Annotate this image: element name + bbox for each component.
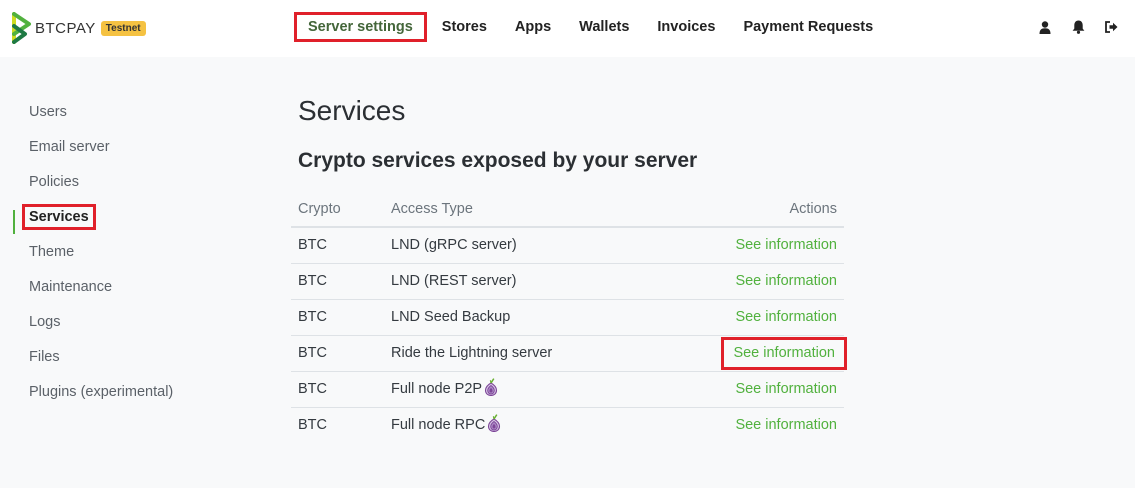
sidebar-item-services[interactable]: Services (0, 200, 240, 235)
tor-onion-icon (484, 378, 498, 400)
see-information-link[interactable]: See information (735, 237, 837, 253)
sidebar-item-users[interactable]: Users (0, 95, 240, 130)
see-information-link[interactable]: See information (735, 273, 837, 289)
access-type-label: LND Seed Backup (391, 309, 511, 325)
top-header: BTCPAY Testnet Server settings Stores Ap… (0, 0, 1135, 57)
cell-actions: See information (648, 335, 847, 372)
bell-icon[interactable] (1071, 19, 1085, 35)
sidebar-item-policies[interactable]: Policies (0, 165, 240, 200)
sidebar-item-label: Logs (29, 314, 61, 330)
table-row: BTC Full node RPC See information (291, 407, 844, 443)
cell-access-type: Full node P2P (384, 371, 649, 408)
sidebar-item-label: Maintenance (29, 279, 113, 295)
column-header-access-type: Access Type (384, 191, 649, 228)
table-row: BTC Ride the Lightning server See informat… (291, 335, 847, 372)
sidebar-item-label: Files (29, 349, 60, 365)
cell-actions: See information (648, 227, 844, 264)
cell-access-type: Ride the Lightning server (384, 335, 649, 372)
nav-wallets[interactable]: Wallets (579, 19, 629, 35)
cell-access-type: LND Seed Backup (384, 299, 649, 336)
sidebar-item-label: Email server (29, 139, 110, 155)
testnet-badge: Testnet (100, 20, 146, 36)
sidebar-item-email-server[interactable]: Email server (0, 130, 240, 165)
nav-invoices[interactable]: Invoices (657, 19, 715, 35)
nav-apps[interactable]: Apps (515, 19, 551, 35)
sidebar-item-label: Plugins (experimental) (29, 384, 174, 400)
cell-access-type: Full node RPC (384, 407, 648, 443)
cell-actions: See information (648, 299, 844, 336)
services-table: Crypto Access Type Actions BTC LND (gRPC … (291, 191, 847, 443)
table-row: BTC LND (gRPC server) See information (291, 227, 844, 264)
cell-actions: See information (648, 407, 844, 443)
see-information-link[interactable]: See information (735, 417, 837, 433)
access-type-label: LND (gRPC server) (391, 237, 517, 254)
section-subtitle: Crypto services exposed by your server (298, 149, 698, 172)
user-icon[interactable] (1038, 19, 1052, 35)
cell-crypto: BTC (291, 263, 384, 300)
cell-crypto: BTC (291, 299, 384, 336)
see-information-link[interactable]: See information (735, 309, 837, 325)
main-nav: Server settings Stores Apps Wallets Invo… (294, 0, 901, 54)
logout-icon[interactable] (1104, 19, 1118, 35)
cell-actions: See information (648, 263, 844, 300)
nav-stores[interactable]: Stores (442, 19, 487, 35)
settings-sidebar: Users Email server Policies Services The… (0, 95, 240, 410)
nav-server-settings[interactable]: Server settings (294, 12, 427, 42)
header-actions (1019, 19, 1118, 35)
column-header-actions: Actions (648, 191, 844, 228)
cell-actions: See information (648, 371, 844, 408)
sidebar-item-label: Policies (29, 174, 79, 190)
cell-access-type: LND (gRPC server) (384, 227, 649, 264)
access-type-label: LND (REST server) (391, 273, 517, 289)
sidebar-item-maintenance[interactable]: Maintenance (0, 270, 240, 305)
table-header-row: Crypto Access Type Actions (291, 191, 844, 228)
cell-crypto: BTC (298, 417, 327, 434)
sidebar-item-label: Users (29, 104, 67, 120)
access-type-label: Ride the Lightning server (391, 345, 553, 361)
page-title: Services (298, 95, 406, 126)
sidebar-item-label: Theme (29, 244, 75, 260)
tor-onion-icon (487, 414, 501, 436)
table-row: BTC LND Seed Backup See information (291, 299, 844, 336)
table-row: BTC LND (REST server) See information (291, 263, 844, 300)
cell-crypto: BTC (291, 371, 384, 408)
access-type-label: Full node RPC (391, 417, 486, 434)
cell-access-type: LND (REST server) (384, 263, 649, 300)
active-indicator (13, 210, 15, 234)
sidebar-item-logs[interactable]: Logs (0, 305, 240, 340)
btcpay-logo[interactable]: BTCPAY Testnet (12, 12, 146, 44)
nav-payment-requests[interactable]: Payment Requests (743, 19, 873, 35)
table-row: BTC Full node P2P See information (291, 371, 844, 408)
access-type-label: Full node P2P (391, 381, 483, 397)
brand-name: BTCPAY (35, 19, 96, 37)
sidebar-item-plugins[interactable]: Plugins (experimental) (0, 375, 240, 410)
cell-crypto: BTC (291, 335, 384, 372)
btcpay-logo-icon (12, 12, 31, 44)
cell-crypto: BTC (291, 227, 384, 264)
see-information-link[interactable]: See information (721, 336, 847, 370)
see-information-link[interactable]: See information (735, 381, 837, 397)
column-header-crypto: Crypto (291, 191, 384, 228)
sidebar-item-theme[interactable]: Theme (0, 235, 240, 270)
sidebar-item-files[interactable]: Files (0, 340, 240, 375)
sidebar-item-label: Services (22, 204, 96, 230)
